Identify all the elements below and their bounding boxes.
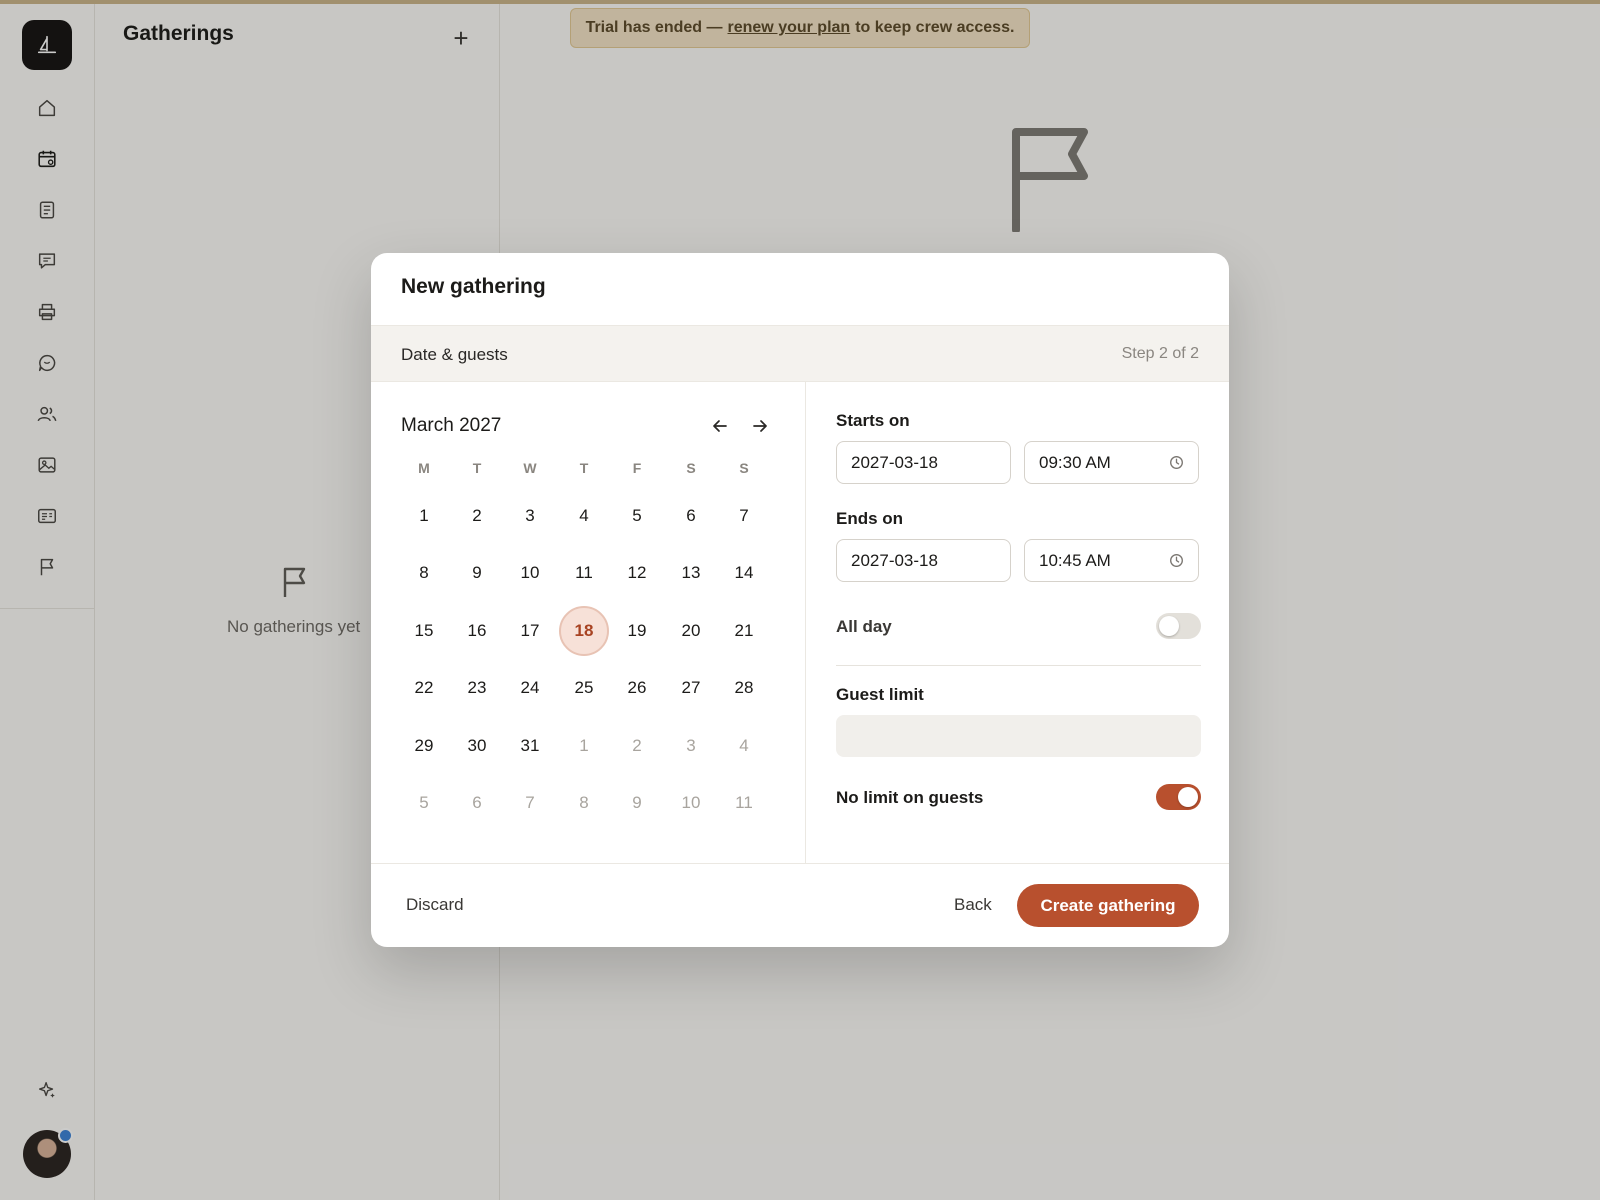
calendar-day[interactable]: 16 [452, 606, 502, 656]
calendar-day[interactable]: 8 [399, 548, 449, 598]
calendar-day[interactable]: 24 [505, 663, 555, 713]
weekday-label: T [579, 460, 589, 476]
calendar-day[interactable]: 25 [559, 663, 609, 713]
guest-limit-input[interactable] [836, 715, 1201, 757]
calendar-day[interactable]: 10 [505, 548, 555, 598]
no-limit-label: No limit on guests [836, 788, 984, 807]
calendar-day[interactable]: 20 [666, 606, 716, 656]
weekday-label: W [523, 460, 537, 476]
end-date-field[interactable]: 2027-03-18 [836, 539, 1011, 582]
next-month-button[interactable] [744, 410, 776, 442]
calendar-day[interactable]: 12 [612, 548, 662, 598]
guest-limit-label: Guest limit [836, 685, 924, 704]
date-picker: March 2027 MTWTFSS 1 2 3 4 5 6 7 8 9 10 11 12 13 14 15… [371, 382, 806, 863]
calendar-day-outside[interactable]: 11 [719, 778, 769, 828]
ends-on-label: Ends on [836, 509, 904, 528]
calendar-day[interactable]: 26 [612, 663, 662, 713]
calendar-day-outside[interactable]: 3 [666, 721, 716, 771]
weekday-label: S [739, 460, 749, 476]
starts-on-label: Starts on [836, 411, 910, 430]
calendar-day-outside[interactable]: 6 [452, 778, 502, 828]
clock-icon [1170, 554, 1183, 567]
calendar-day-outside[interactable]: 2 [612, 721, 662, 771]
dialog-footer: Discard Back Create gathering [371, 863, 1229, 947]
step-header: Date & guests Step 2 of 2 [371, 325, 1229, 382]
calendar-day[interactable]: 7 [719, 491, 769, 541]
calendar-day-selected[interactable]: 18 [559, 606, 609, 656]
calendar-day[interactable]: 22 [399, 663, 449, 713]
calendar-day[interactable]: 4 [559, 491, 609, 541]
calendar-day[interactable]: 3 [505, 491, 555, 541]
calendar-day[interactable]: 28 [719, 663, 769, 713]
weekday-label: F [632, 460, 642, 476]
discard-button[interactable]: Discard [406, 895, 464, 915]
arrow-right-icon [753, 420, 767, 432]
calendar-day-outside[interactable]: 5 [399, 778, 449, 828]
calendar-day-outside[interactable]: 4 [719, 721, 769, 771]
previous-month-button[interactable] [704, 410, 736, 442]
step-label: Date & guests [401, 345, 508, 364]
calendar-day-outside[interactable]: 10 [666, 778, 716, 828]
dialog-title: New gathering [401, 275, 546, 298]
calendar-day[interactable]: 19 [612, 606, 662, 656]
calendar-month-label: March 2027 [401, 415, 502, 436]
calendar-day[interactable]: 14 [719, 548, 769, 598]
end-time-value: 10:45 AM [1039, 550, 1111, 570]
calendar-day-outside[interactable]: 1 [559, 721, 609, 771]
calendar-day[interactable]: 6 [666, 491, 716, 541]
toggle-knob [1159, 616, 1179, 636]
calendar-day[interactable]: 5 [612, 491, 662, 541]
all-day-toggle[interactable] [1156, 613, 1201, 639]
arrow-left-icon [713, 420, 727, 432]
calendar-day[interactable]: 30 [452, 721, 502, 771]
back-button[interactable]: Back [954, 895, 992, 915]
calendar-day[interactable]: 2 [452, 491, 502, 541]
weekday-label: T [472, 460, 482, 476]
calendar-day[interactable]: 21 [719, 606, 769, 656]
calendar-day[interactable]: 13 [666, 548, 716, 598]
calendar-day[interactable]: 9 [452, 548, 502, 598]
calendar-day[interactable]: 15 [399, 606, 449, 656]
calendar-day[interactable]: 11 [559, 548, 609, 598]
start-time-field[interactable]: 09:30 AM [1024, 441, 1199, 484]
calendar-day[interactable]: 17 [505, 606, 555, 656]
weekday-label: S [686, 460, 696, 476]
calendar-day[interactable]: 29 [399, 721, 449, 771]
new-gathering-dialog: New gathering Date & guests Step 2 of 2 … [371, 253, 1229, 947]
create-gathering-button[interactable]: Create gathering [1017, 884, 1199, 927]
start-date-field[interactable]: 2027-03-18 [836, 441, 1011, 484]
calendar-day[interactable]: 27 [666, 663, 716, 713]
calendar-day[interactable]: 1 [399, 491, 449, 541]
toggle-knob [1178, 787, 1198, 807]
end-time-field[interactable]: 10:45 AM [1024, 539, 1199, 582]
all-day-label: All day [836, 617, 892, 636]
calendar-day[interactable]: 31 [505, 721, 555, 771]
form-divider [836, 665, 1201, 666]
calendar-day-outside[interactable]: 7 [505, 778, 555, 828]
no-limit-toggle[interactable] [1156, 784, 1201, 810]
step-count: Step 2 of 2 [1121, 345, 1199, 362]
weekday-label: M [418, 460, 430, 476]
calendar-day[interactable]: 23 [452, 663, 502, 713]
schedule-form: Starts on 2027-03-18 09:30 AM Ends on 20… [806, 382, 1229, 863]
calendar-day-outside[interactable]: 9 [612, 778, 662, 828]
clock-icon [1170, 456, 1183, 469]
calendar-day-outside[interactable]: 8 [559, 778, 609, 828]
start-time-value: 09:30 AM [1039, 452, 1111, 472]
